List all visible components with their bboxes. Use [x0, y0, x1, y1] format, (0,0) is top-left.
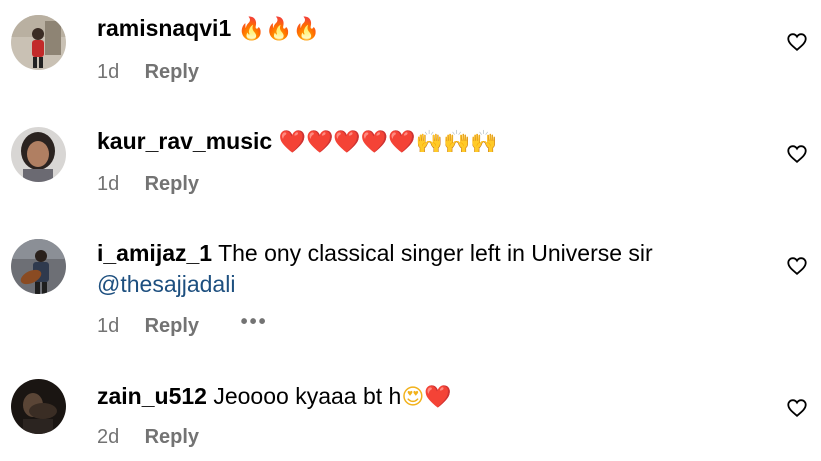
- comment-item: zain_u512 Jeoooo kyaaa bt h😍❤️ 2d Reply: [0, 350, 821, 461]
- raising-hands-emoji: 🙌: [443, 130, 471, 155]
- comment-text-line: zain_u512 Jeoooo kyaaa bt h😍❤️: [97, 381, 452, 413]
- raising-hands-emoji: 🙌: [415, 130, 444, 155]
- red-heart-emoji: ❤️: [424, 385, 452, 410]
- comment-meta: 1d Reply: [97, 60, 199, 84]
- heart-outline-icon[interactable]: [786, 255, 808, 277]
- red-heart-emoji: ❤️: [305, 130, 334, 155]
- reply-button[interactable]: Reply: [145, 426, 199, 448]
- fire-emoji: 🔥: [237, 17, 266, 42]
- comment-timestamp: 2d: [97, 426, 120, 448]
- comment-meta: 2d Reply: [97, 425, 199, 449]
- comment-text-line: kaur_rav_music ❤️❤️❤️❤️❤️🙌🙌🙌: [97, 126, 498, 158]
- comment-timestamp: 1d: [97, 61, 120, 83]
- comment-username[interactable]: i_amijaz_1: [97, 240, 212, 266]
- mention-link[interactable]: @thesajjadali: [97, 271, 235, 297]
- heart-outline-icon[interactable]: [786, 31, 808, 53]
- avatar[interactable]: [11, 379, 66, 434]
- comment-text: Jeoooo kyaaa bt h: [213, 383, 402, 409]
- more-options-icon[interactable]: •••: [241, 310, 268, 334]
- comment-username[interactable]: zain_u512: [97, 383, 207, 409]
- comment-item: ramisnaqvi1 🔥🔥🔥 1d Reply: [0, 0, 821, 105]
- red-heart-emoji: ❤️: [388, 130, 416, 155]
- avatar[interactable]: [11, 239, 66, 294]
- comment-item: i_amijaz_1 The ony classical singer left…: [0, 215, 821, 350]
- raising-hands-emoji: 🙌: [470, 130, 498, 155]
- reply-button[interactable]: Reply: [145, 315, 199, 337]
- heart-outline-icon[interactable]: [786, 143, 808, 165]
- comment-timestamp: 1d: [97, 173, 120, 195]
- reply-button[interactable]: Reply: [145, 61, 199, 83]
- comment-meta: 1d Reply: [97, 172, 199, 196]
- comment-text: The ony classical singer left in Univers…: [218, 240, 653, 266]
- comment-text-line: i_amijaz_1 The ony classical singer left…: [97, 238, 653, 268]
- avatar[interactable]: [11, 127, 66, 182]
- red-heart-emoji: ❤️: [360, 130, 389, 155]
- fire-emoji: 🔥: [292, 17, 320, 42]
- heart-eyes-emoji: 😍: [401, 385, 425, 410]
- avatar[interactable]: [11, 15, 66, 70]
- red-heart-emoji: ❤️: [333, 130, 361, 155]
- comment-timestamp: 1d: [97, 315, 120, 337]
- comment-text-line: ramisnaqvi1 🔥🔥🔥: [97, 13, 320, 45]
- reply-button[interactable]: Reply: [145, 173, 199, 195]
- comment-username[interactable]: ramisnaqvi1: [97, 15, 231, 41]
- heart-outline-icon[interactable]: [786, 397, 808, 419]
- fire-emoji: 🔥: [265, 17, 293, 42]
- comment-text-line-2: @thesajjadali: [97, 269, 235, 299]
- comment-item: kaur_rav_music ❤️❤️❤️❤️❤️🙌🙌🙌 1d Reply: [0, 105, 821, 215]
- red-heart-emoji: ❤️: [278, 130, 306, 155]
- comment-meta: 1d Reply •••: [97, 311, 268, 338]
- comment-username[interactable]: kaur_rav_music: [97, 128, 272, 154]
